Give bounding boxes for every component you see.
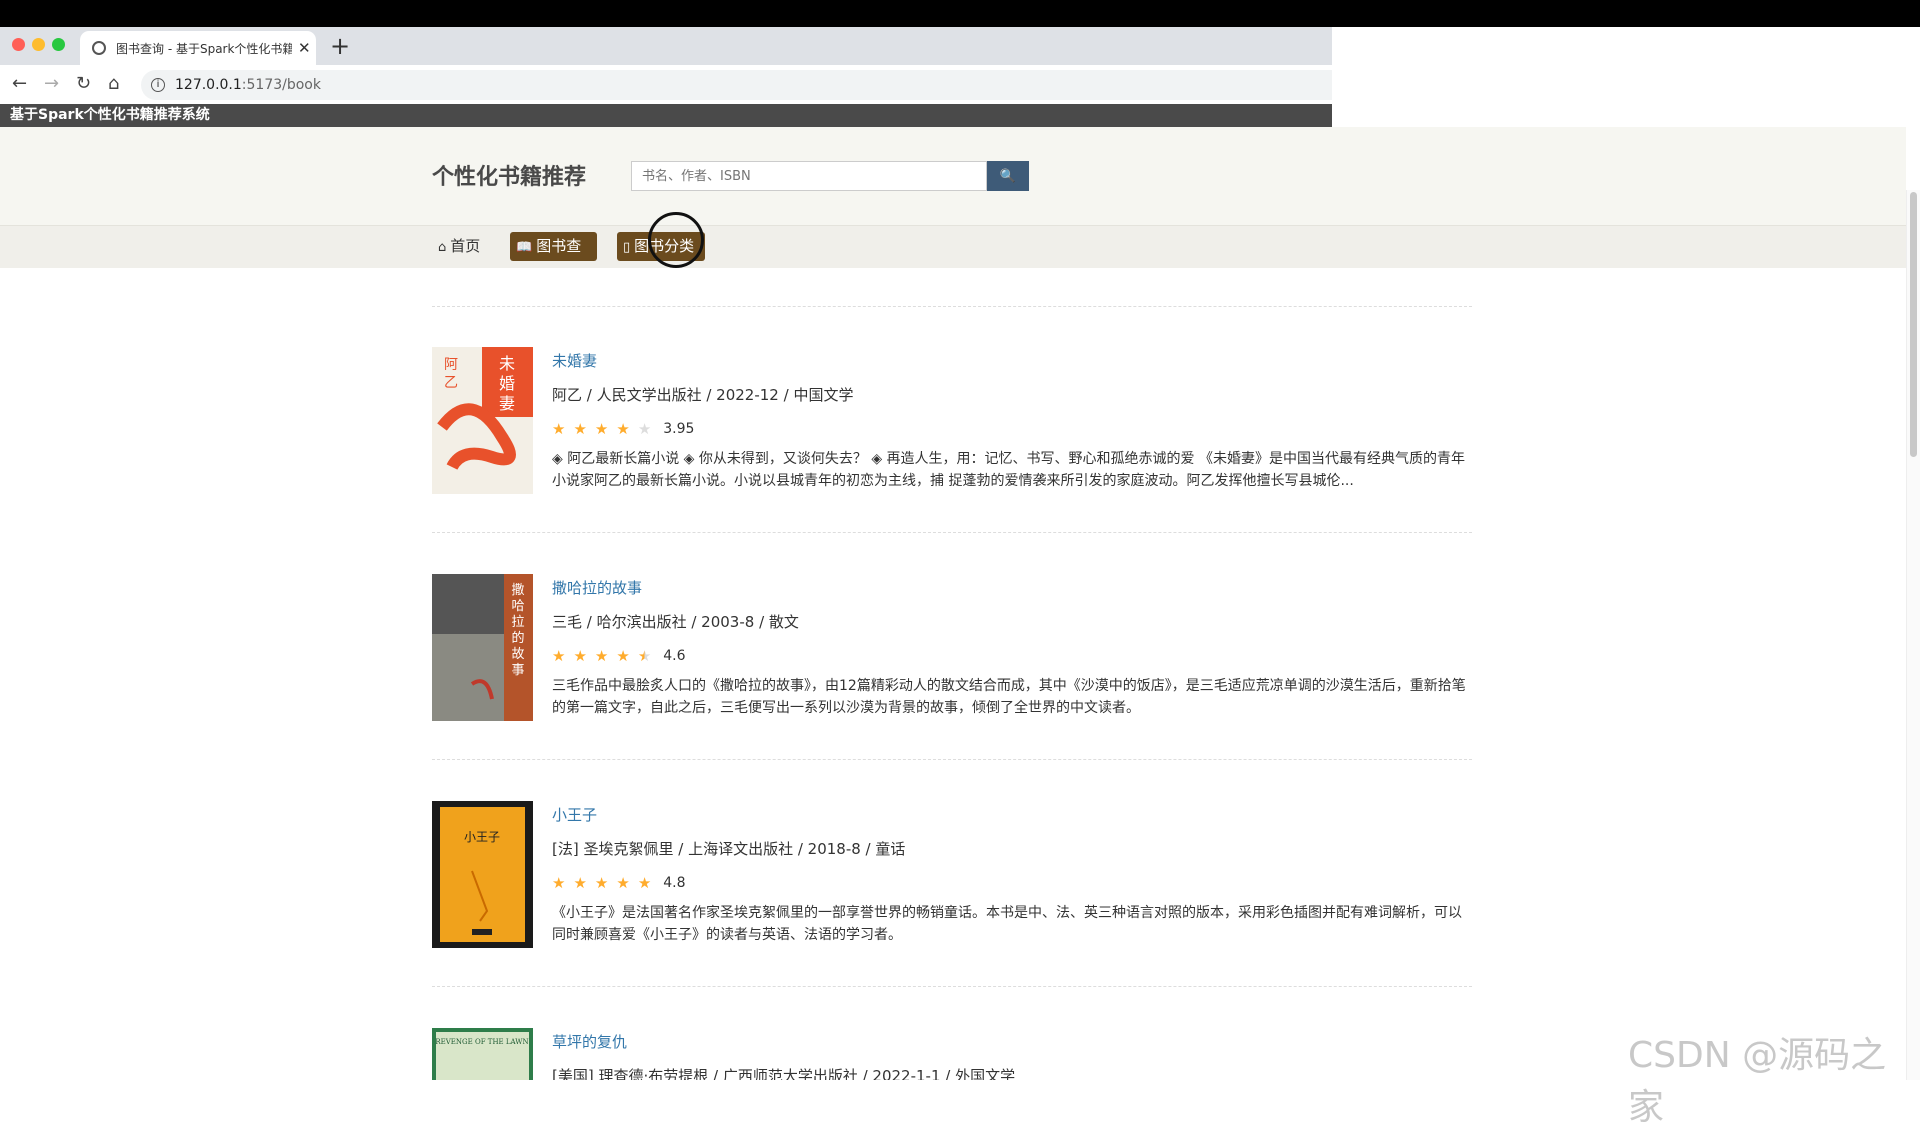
book-rating: ★ ★ ★ ★ ★ 4.8 (552, 874, 686, 892)
search-button[interactable]: 🔍 (987, 161, 1029, 191)
tab-title: 图书查询 - 基于Spark个性化书籍 (116, 41, 292, 56)
book-description: 《小王子》是法国著名作家圣埃克絮佩里的一部享誉世界的畅销童话。本书是中、法、英三… (552, 905, 1462, 943)
book-cover[interactable]: 撒 哈 拉 的 故 事 (432, 574, 533, 721)
star-empty-icon: ★ (637, 420, 652, 438)
rating-value: 4.8 (663, 875, 686, 891)
url-path: :5173/book (241, 77, 321, 93)
star-icon: ★ (616, 647, 630, 665)
site-logo[interactable]: 个性化书籍推荐 (432, 159, 586, 191)
book-cover[interactable]: 未 婚 妻 阿 乙 (432, 347, 533, 494)
book-cover[interactable]: REVENGE OF THE LAWN (432, 1028, 533, 1080)
scrollbar-thumb[interactable] (1910, 192, 1917, 457)
book-rating: ★ ★ ★ ★ ★ 3.95 (552, 420, 694, 438)
close-window-button[interactable] (12, 38, 25, 51)
star-icon: ★ (594, 420, 609, 438)
magnifier-icon: 🔍 (999, 168, 1017, 183)
book-cover[interactable]: 小王子 (432, 801, 533, 948)
svg-text:的: 的 (511, 630, 524, 646)
book-icon: ▯ (623, 240, 631, 255)
book-meta: [法] 圣埃克絮佩里 / 上海译文出版社 / 2018-8 / 童话 (552, 840, 906, 858)
book-meta: [美国] 理查德·布劳提根 / 广西师范大学出版社 / 2022-1-1 / 外… (552, 1067, 1016, 1080)
url-host: 127.0.0.1 (175, 77, 242, 93)
globe-icon (92, 41, 106, 55)
star-icon: ★ (573, 647, 587, 665)
browser-toolbar: ← → ↻ ⌂ i 127.0.0.1:5173/book (0, 65, 1332, 106)
svg-text:事: 事 (511, 663, 524, 678)
svg-text:妻: 妻 (499, 394, 515, 413)
minimize-window-button[interactable] (32, 38, 45, 51)
rating-value: 3.95 (663, 421, 695, 437)
book-title[interactable]: 未婚妻 (552, 350, 597, 371)
svg-text:婚: 婚 (499, 374, 515, 393)
book-item: REVENGE OF THE LAWN 草坪的复仇 [美国] 理查德·布劳提根 … (432, 1028, 1472, 1080)
star-icon: ★ (573, 420, 587, 438)
rating-value: 4.6 (663, 648, 686, 664)
svg-text:乙: 乙 (444, 375, 458, 391)
star-icon: ★ (573, 874, 587, 892)
forward-arrow-icon[interactable]: → (44, 73, 59, 94)
browser-chrome: 图书查询 - 基于Spark个性化书籍 ✕ + ← → ↻ ⌂ i 127.0.… (0, 27, 1332, 127)
star-icon: ★ (594, 647, 609, 665)
book-item: 撒 哈 拉 的 故 事 撒哈拉的故事 三毛 / 哈尔滨出版社 / 2003-8 … (432, 574, 1472, 724)
book-item: 未 婚 妻 阿 乙 未婚妻 阿乙 / 人民文学出版社 / 2022-12 / 中… (432, 347, 1472, 497)
star-icon: ★ (637, 874, 652, 892)
book-title[interactable]: 小王子 (552, 804, 597, 825)
bookmark-bar: 基于Spark个性化书籍推荐系统 (0, 104, 1332, 127)
book-rating: ★ ★ ★ ★ ★ 4.6 (552, 647, 686, 665)
svg-text:阿: 阿 (444, 357, 458, 373)
url-text: 127.0.0.1:5173/book (175, 77, 321, 93)
maximize-window-button[interactable] (52, 38, 65, 51)
svg-text:拉: 拉 (511, 615, 524, 630)
star-icon: ★ (616, 420, 630, 438)
divider (432, 986, 1472, 987)
svg-text:小王子: 小王子 (464, 830, 500, 844)
star-half-icon: ★ (637, 647, 652, 665)
star-icon: ★ (552, 874, 566, 892)
screen-top-bar (0, 0, 1920, 27)
star-icon: ★ (616, 874, 630, 892)
search-input[interactable] (631, 161, 987, 191)
svg-text:哈: 哈 (511, 599, 524, 614)
svg-text:撒: 撒 (511, 582, 524, 598)
book-description: 三毛作品中最脍炙人口的《撒哈拉的故事》，由12篇精彩动人的散文结合而成，其中《沙… (552, 678, 1466, 716)
cover-text: REVENGE OF THE LAWN (435, 1038, 528, 1046)
home-icon: ⌂ (438, 240, 447, 255)
book-meta: 三毛 / 哈尔滨出版社 / 2003-8 / 散文 (552, 613, 799, 631)
book-item: 小王子 小王子 [法] 圣埃克絮佩里 / 上海译文出版社 / 2018-8 / … (432, 801, 1472, 951)
divider (432, 532, 1472, 533)
back-arrow-icon[interactable]: ← (12, 73, 27, 94)
book-title[interactable]: 草坪的复仇 (552, 1031, 627, 1052)
svg-text:故: 故 (511, 647, 524, 662)
nav-home-label: 首页 (450, 237, 481, 255)
page-content: 个性化书籍推荐 🔍 ⌂首页 📖图书查询 ▯图书分类 未 婚 妻 阿 乙 未婚妻 … (0, 127, 1906, 1080)
book-description: ◈ 阿乙最新长篇小说 ◈ 你从未得到，又谈何失去？ ◈ 再造人生，用：记忆、书写… (552, 451, 1465, 489)
reload-icon[interactable]: ↻ (76, 73, 91, 94)
star-icon: ★ (552, 647, 566, 665)
watermark: CSDN @源码之家 (1628, 1035, 1887, 1128)
browser-tab[interactable]: 图书查询 - 基于Spark个性化书籍 ✕ (80, 31, 316, 65)
book-title[interactable]: 撒哈拉的故事 (552, 577, 642, 598)
info-icon[interactable]: i (151, 78, 165, 92)
close-icon[interactable]: ✕ (298, 39, 311, 57)
star-icon: ★ (594, 874, 609, 892)
book-meta: 阿乙 / 人民文学出版社 / 2022-12 / 中国文学 (552, 386, 854, 404)
book-open-icon: 📖 (516, 240, 533, 255)
divider (432, 306, 1472, 307)
new-tab-button[interactable]: + (330, 32, 350, 60)
nav-home[interactable]: ⌂ 首页 (432, 232, 486, 261)
main-nav: ⌂ 首页 📖 图书查询 ▯ 图书分类 (0, 225, 1906, 285)
home-icon[interactable]: ⌂ (108, 73, 119, 94)
star-icon: ★ (552, 420, 566, 438)
site-header: 个性化书籍推荐 🔍 (0, 127, 1906, 225)
tab-bar: 图书查询 - 基于Spark个性化书籍 ✕ + (0, 27, 1332, 65)
address-bar[interactable]: i 127.0.0.1:5173/book (141, 70, 1332, 100)
svg-text:未: 未 (499, 354, 515, 373)
divider (432, 759, 1472, 760)
nav-book-search[interactable]: 📖 图书查询 (510, 232, 597, 285)
cursor-highlight (648, 212, 704, 268)
